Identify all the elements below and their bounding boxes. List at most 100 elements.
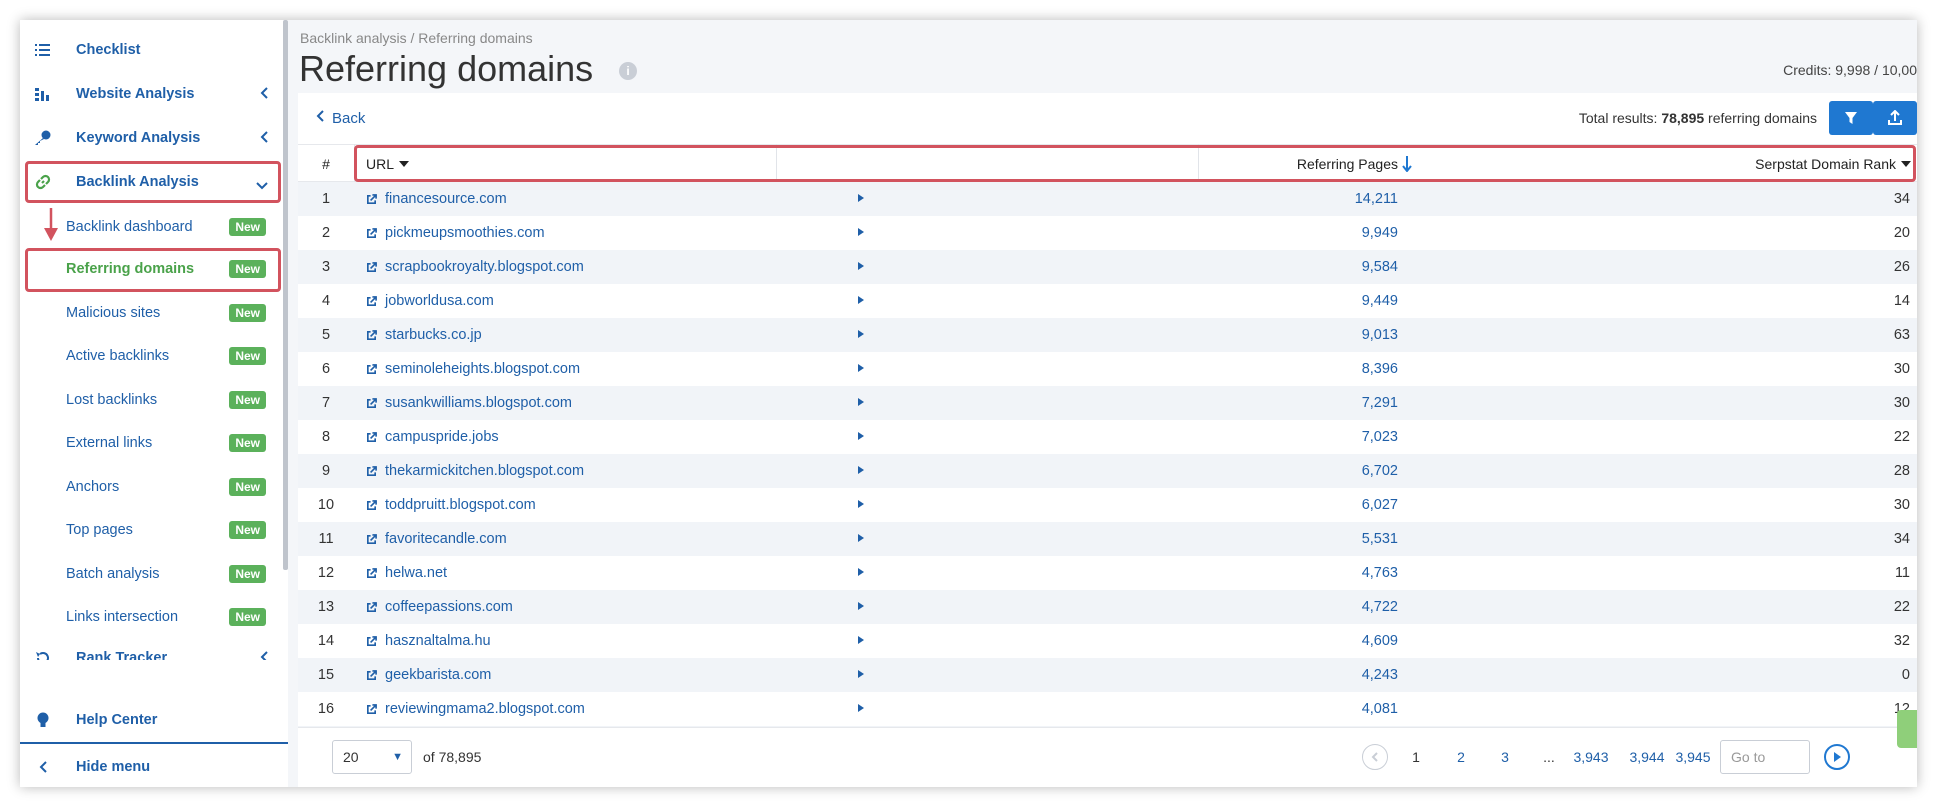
page-number[interactable]: 3 [1495,740,1515,774]
sidebar-item-label: Rank Tracker [76,650,168,660]
prev-page-button[interactable] [1362,744,1388,770]
domain-link[interactable]: thekarmickitchen.blogspot.com [366,454,766,488]
domain-link[interactable]: jobworldusa.com [366,284,766,318]
referring-pages-value[interactable]: 9,949 [878,216,1398,250]
page-number[interactable]: 3,944 [1626,740,1668,774]
app-window: Checklist Website Analysis Keyword Analy… [20,20,1917,787]
expand-row-button[interactable] [855,420,867,454]
referring-pages-value[interactable]: 9,584 [878,250,1398,284]
expand-row-button[interactable] [855,488,867,522]
page-number[interactable]: 2 [1451,740,1471,774]
expand-row-button[interactable] [855,522,867,556]
info-icon[interactable]: i [619,62,637,80]
chat-widget-tab[interactable] [1897,710,1917,748]
referring-pages-value[interactable]: 4,722 [878,590,1398,624]
back-button[interactable]: Back [316,109,365,127]
referring-pages-value[interactable]: 14,211 [878,182,1398,216]
sidebar-item-website-analysis[interactable]: Website Analysis [20,74,282,114]
referring-pages-value[interactable]: 7,291 [878,386,1398,420]
page-number[interactable]: 1 [1406,740,1426,774]
external-link-icon [367,533,377,544]
domain-link[interactable]: hasznaltalma.hu [366,624,766,658]
expand-row-button[interactable] [855,250,867,284]
export-button[interactable] [1873,101,1917,135]
expand-row-button[interactable] [855,352,867,386]
filter-icon [1845,112,1857,124]
referring-pages-value[interactable]: 9,013 [878,318,1398,352]
sidebar-subitem-external-links[interactable]: External links New [20,423,282,463]
next-page-button[interactable] [1824,744,1850,770]
sidebar-subitem-batch-analysis[interactable]: Batch analysis New [20,554,282,594]
column-header-number: # [322,156,330,172]
expand-row-button[interactable] [855,284,867,318]
column-header-domain-rank[interactable]: Serpstat Domain Rank [1420,145,1911,183]
table-row: 11 favoritecandle.com 5,531 34 [298,522,1917,556]
domain-link[interactable]: coffeepassions.com [366,590,766,624]
page-number[interactable]: 3,943 [1570,740,1612,774]
sidebar-item-rank-tracker[interactable]: Rank Tracker [20,638,282,660]
expand-row-button[interactable] [855,386,867,420]
expand-row-button[interactable] [855,692,867,726]
referring-pages-value[interactable]: 4,763 [878,556,1398,590]
domain-link[interactable]: geekbarista.com [366,658,766,692]
sidebar-subitem-top-pages[interactable]: Top pages New [20,510,282,550]
referring-pages-value[interactable]: 4,243 [878,658,1398,692]
per-page-select[interactable]: 20 ▼ [332,740,412,774]
domain-link[interactable]: financesource.com [366,182,766,216]
domain-link[interactable]: toddpruitt.blogspot.com [366,488,766,522]
domain-rank-value: 12 [1893,701,1910,717]
expand-row-button[interactable] [855,454,867,488]
referring-pages-value[interactable]: 9,449 [878,284,1398,318]
sidebar-subitem-active-backlinks[interactable]: Active backlinks New [20,336,282,376]
domain-link[interactable]: campuspride.jobs [366,420,766,454]
referring-pages-value[interactable]: 4,609 [878,624,1398,658]
expand-row-button[interactable] [855,556,867,590]
sidebar-item-checklist[interactable]: Checklist [20,30,282,70]
column-header-url[interactable]: URL [366,145,410,183]
sidebar-subitem-referring-domains[interactable]: Referring domains New [20,249,282,289]
domain-link[interactable]: seminoleheights.blogspot.com [366,352,766,386]
expand-row-button[interactable] [855,658,867,692]
filter-button[interactable] [1829,101,1873,135]
referring-pages-value[interactable]: 5,531 [878,522,1398,556]
expand-row-button[interactable] [855,590,867,624]
external-link-icon [367,669,377,680]
column-header-referring-pages[interactable]: Referring Pages [878,145,1412,183]
sidebar-subitem-anchors[interactable]: Anchors New [20,467,282,507]
table-row: 9 thekarmickitchen.blogspot.com 6,702 28 [298,454,1917,488]
domain-link[interactable]: susankwilliams.blogspot.com [366,386,766,420]
expand-row-button[interactable] [855,624,867,658]
domain-link[interactable]: reviewingmama2.blogspot.com [366,692,766,726]
domain-link[interactable]: pickmeupsmoothies.com [366,216,766,250]
external-link-icon [367,227,377,238]
referring-pages-value[interactable]: 7,023 [878,420,1398,454]
referring-pages-value[interactable]: 6,702 [878,454,1398,488]
expand-row-button[interactable] [855,216,867,250]
sidebar-item-backlink-analysis[interactable]: Backlink Analysis [20,162,282,202]
breadcrumb[interactable]: Backlink analysis / Referring domains [300,30,533,46]
sidebar-subitem-backlink-dashboard[interactable]: Backlink dashboard New [20,207,282,247]
domain-link[interactable]: scrapbookroyalty.blogspot.com [366,250,766,284]
expand-row-button[interactable] [855,318,867,352]
table-row: 6 seminoleheights.blogspot.com 8,396 30 [298,352,1917,386]
referring-pages-value[interactable]: 4,081 [878,692,1398,726]
row-number: 12 [317,565,335,581]
new-badge: New [229,218,266,236]
sidebar-subitem-malicious-sites[interactable]: Malicious sites New [20,293,282,333]
domain-link[interactable]: helwa.net [366,556,766,590]
sidebar-subitem-links-intersection[interactable]: Links intersection New [20,597,282,637]
referring-pages-value[interactable]: 6,027 [878,488,1398,522]
sidebar-item-keyword-analysis[interactable]: Keyword Analysis [20,118,282,158]
sidebar-subitem-lost-backlinks[interactable]: Lost backlinks New [20,380,282,420]
page-number[interactable]: 3,945 [1672,740,1714,774]
expand-row-button[interactable] [855,182,867,216]
hide-menu-button[interactable]: Hide menu [20,747,282,787]
domain-link[interactable]: starbucks.co.jp [366,318,766,352]
domain-link[interactable]: favoritecandle.com [366,522,766,556]
external-link-icon [367,397,377,408]
goto-page-input[interactable] [1720,740,1810,774]
domain-rank-value: 34 [1893,531,1910,547]
caret-right-icon [858,262,864,270]
sidebar-item-help-center[interactable]: Help Center [20,700,282,740]
referring-pages-value[interactable]: 8,396 [878,352,1398,386]
